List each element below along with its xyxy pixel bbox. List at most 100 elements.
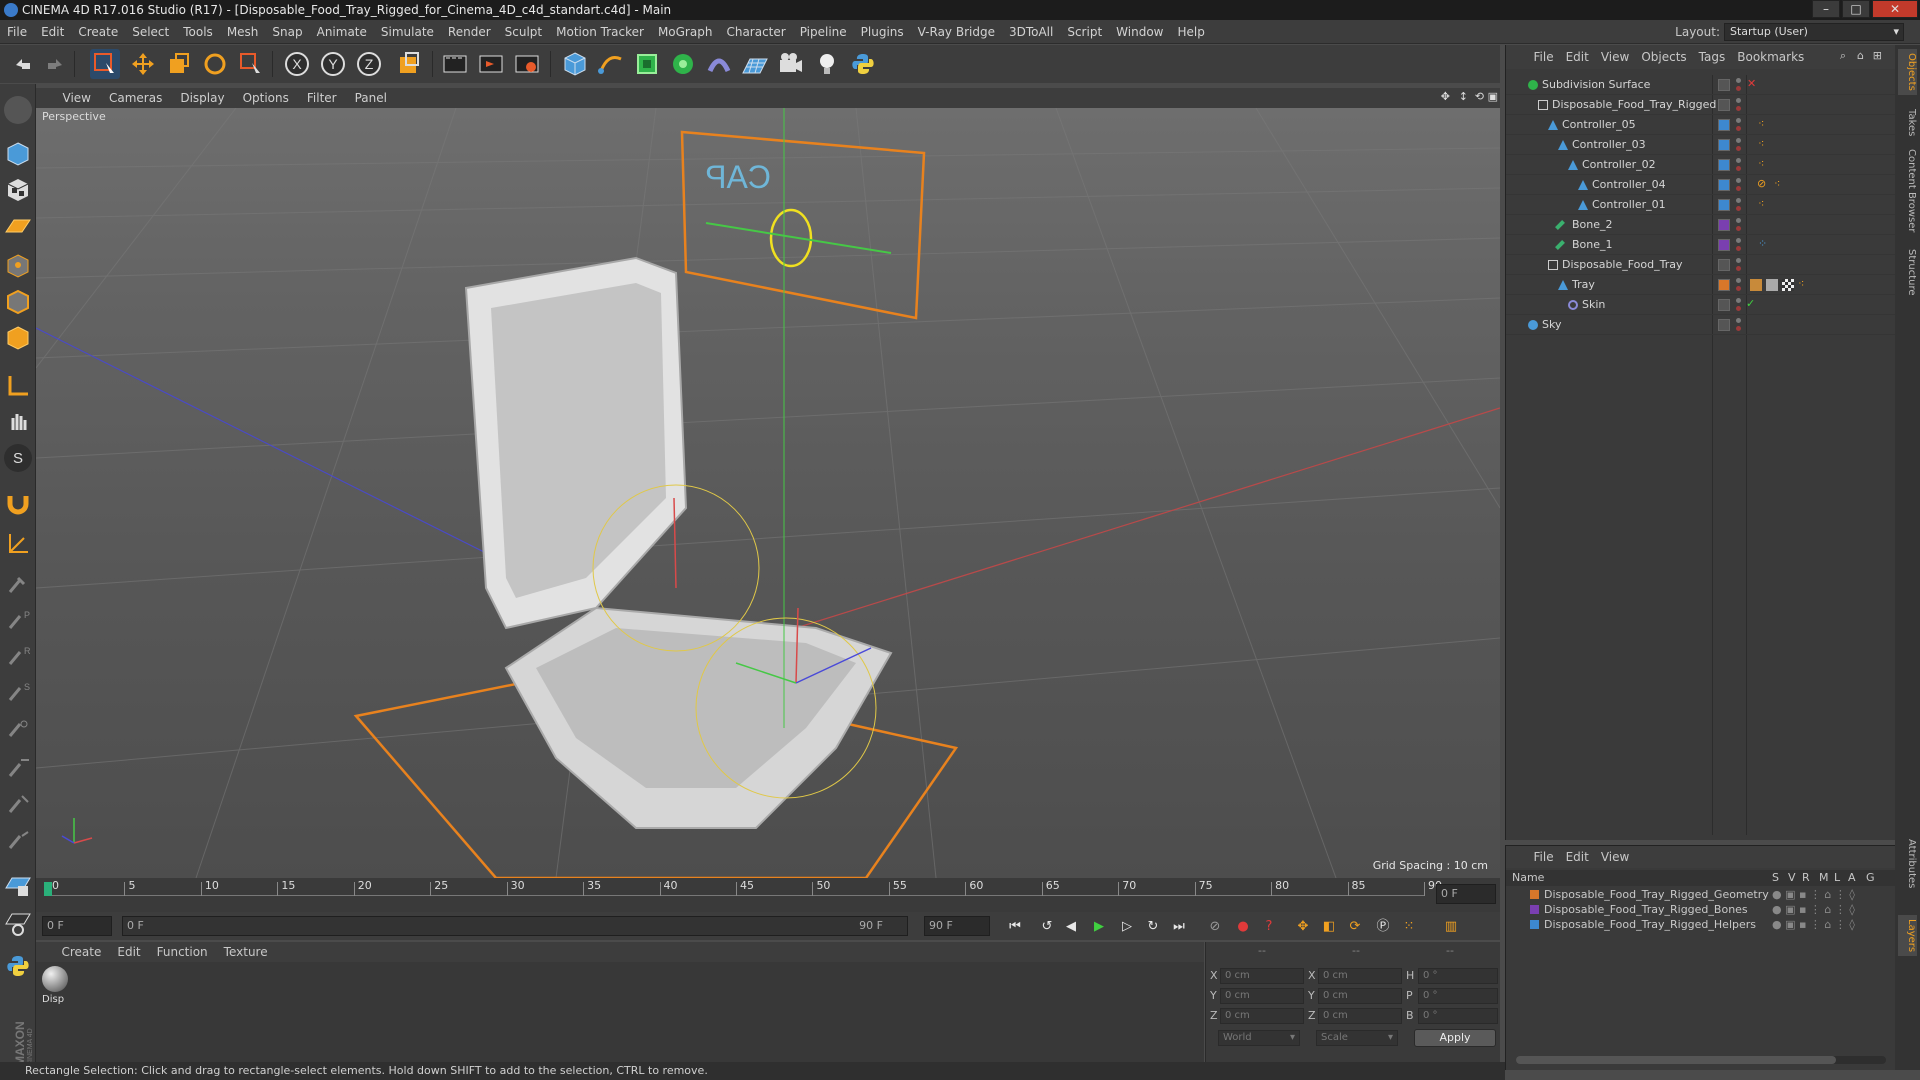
tree-item-sky[interactable]: Sky — [1506, 315, 1896, 335]
menu-window[interactable]: Window — [1109, 20, 1170, 44]
frame-range-slider[interactable]: 0 F 90 F — [122, 916, 908, 936]
sculpt-smooth-icon[interactable]: R — [4, 642, 32, 670]
tree-item-disposable-food-tray[interactable]: Disposable_Food_Tray — [1506, 255, 1896, 275]
rotation-b-field[interactable]: 0 ° — [1418, 1008, 1498, 1024]
constraint-tag-icon[interactable]: ⁖ — [1774, 177, 1780, 190]
viewport-menu-options[interactable]: Options — [234, 88, 298, 108]
tree-item-disposable-food-tray-rigged[interactable]: Disposable_Food_Tray_Rigged — [1506, 95, 1896, 115]
objects-menu-view[interactable]: View — [1595, 45, 1635, 69]
size-mode-select[interactable]: Scale ▾ — [1316, 1030, 1398, 1046]
sculpt-flatten-icon[interactable] — [4, 754, 32, 782]
lock-workplane-icon[interactable] — [4, 872, 32, 900]
objects-menu-objects[interactable]: Objects — [1635, 45, 1692, 69]
menu-animate[interactable]: Animate — [310, 20, 374, 44]
sculpt-wax-icon[interactable] — [4, 790, 32, 818]
redo-icon[interactable] — [40, 49, 70, 79]
constraint-tag-icon[interactable]: ⁖ — [1758, 157, 1764, 170]
search-icon[interactable]: ⌕ — [1840, 49, 1846, 63]
camera-icon[interactable] — [776, 49, 806, 79]
size-x-field[interactable]: 0 cm — [1318, 968, 1402, 984]
play-forward-icon[interactable]: ▶ — [1088, 916, 1110, 938]
x-axis-lock-icon[interactable]: X — [282, 49, 312, 79]
layer-flag-icon[interactable] — [1718, 279, 1730, 291]
menu-help[interactable]: Help — [1170, 20, 1211, 44]
coordinate-system-icon[interactable] — [394, 49, 424, 79]
tree-item-controller-05[interactable]: Controller_05 ⁖ — [1506, 115, 1896, 135]
key-position-icon[interactable]: ✥ — [1292, 916, 1314, 938]
grid-planar-icon[interactable] — [4, 910, 32, 938]
render-settings-icon[interactable] — [512, 49, 542, 79]
material-menu-function[interactable]: Function — [149, 942, 216, 962]
snap-icon[interactable]: S — [4, 444, 32, 472]
disabled-cross-icon[interactable]: ✕ — [1747, 77, 1756, 90]
magnet-icon[interactable] — [4, 488, 32, 516]
edit-flag-icon[interactable] — [1718, 299, 1730, 311]
tab-content-browser[interactable]: Content Browser — [1898, 145, 1917, 236]
constraint-tag-icon[interactable]: ⁖ — [1758, 197, 1764, 210]
render-view-icon[interactable] — [440, 49, 470, 79]
objects-menu-edit[interactable]: Edit — [1560, 45, 1595, 69]
position-x-field[interactable]: 0 cm — [1220, 968, 1304, 984]
tab-layers[interactable]: Layers — [1898, 915, 1917, 957]
record-keys-icon[interactable]: ⊘ — [1204, 916, 1226, 938]
material-menu-texture[interactable]: Texture — [216, 942, 276, 962]
viewport-menu-display[interactable]: Display — [171, 88, 233, 108]
menu-select[interactable]: Select — [125, 20, 176, 44]
enabled-check-icon[interactable]: ✓ — [1746, 297, 1755, 310]
layer-color-swatch[interactable] — [1530, 920, 1539, 929]
position-y-field[interactable]: 0 cm — [1220, 988, 1304, 1004]
menu-plugins[interactable]: Plugins — [854, 20, 911, 44]
objects-menu-bookmarks[interactable]: Bookmarks — [1731, 45, 1810, 69]
menu-pipeline[interactable]: Pipeline — [793, 20, 854, 44]
objects-menu-tags[interactable]: Tags — [1693, 45, 1732, 69]
layer-color-swatch[interactable] — [1530, 890, 1539, 899]
light-icon[interactable] — [812, 49, 842, 79]
viewport-pan-icon[interactable]: ✥ — [1441, 90, 1450, 103]
menu-simulate[interactable]: Simulate — [374, 20, 441, 44]
subdivision-surface-icon[interactable] — [632, 49, 662, 79]
layer-flag-icon[interactable] — [1718, 139, 1730, 151]
edit-flag-icon[interactable] — [1718, 259, 1730, 271]
menu-sculpt[interactable]: Sculpt — [498, 20, 549, 44]
layer-toggles[interactable]: ● ▣ ▪ ⋮ ⌂ ⋮ ◊ — [1772, 917, 1855, 932]
python-script-icon[interactable] — [848, 49, 878, 79]
ik-tag-icon[interactable]: ⁘ — [1758, 237, 1767, 250]
make-editable-icon[interactable] — [4, 96, 32, 124]
menu-file[interactable]: File — [0, 20, 34, 44]
layout-select[interactable]: Startup (User) ▾ — [1724, 23, 1904, 41]
layer-flag-icon[interactable] — [1718, 179, 1730, 191]
y-axis-lock-icon[interactable]: Y — [318, 49, 348, 79]
tab-attributes[interactable]: Attributes — [1898, 835, 1917, 892]
end-frame-field[interactable]: 90 F — [924, 916, 990, 936]
menu-character[interactable]: Character — [719, 20, 792, 44]
edit-flag-icon[interactable] — [1718, 319, 1730, 331]
deformer-icon[interactable] — [704, 49, 734, 79]
tree-item-tray[interactable]: Tray ⁖ — [1506, 275, 1896, 295]
axis-mode-icon[interactable] — [4, 372, 32, 400]
previous-frame-icon[interactable]: ◀ — [1060, 916, 1082, 938]
tab-takes[interactable]: Takes — [1898, 105, 1917, 140]
current-frame-field[interactable]: 0 F — [1436, 884, 1496, 904]
move-tool-icon[interactable] — [128, 49, 158, 79]
layer-toggles[interactable]: ● ▣ ▪ ⋮ ⌂ ⋮ ◊ — [1772, 902, 1855, 917]
material-preview-sphere[interactable] — [42, 966, 68, 992]
constraint-tag-icon[interactable]: ⁖ — [1758, 117, 1764, 130]
tree-item-bone-1[interactable]: Bone_1 ⁘ — [1506, 235, 1896, 255]
layer-flag-icon[interactable] — [1718, 219, 1730, 231]
rotation-p-field[interactable]: 0 ° — [1418, 988, 1498, 1004]
size-y-field[interactable]: 0 cm — [1318, 988, 1402, 1004]
menu-mesh[interactable]: Mesh — [220, 20, 266, 44]
home-icon[interactable]: ⌂ — [1857, 49, 1864, 62]
menu-mograph[interactable]: MoGraph — [651, 20, 720, 44]
layer-color-swatch[interactable] — [1530, 905, 1539, 914]
new-view-icon[interactable]: ⊞ — [1873, 49, 1882, 62]
sculpt-knife-icon[interactable] — [4, 826, 32, 854]
render-picture-viewer-icon[interactable] — [476, 49, 506, 79]
apply-button[interactable]: Apply — [1414, 1029, 1496, 1047]
layers-menu-view[interactable]: View — [1595, 846, 1635, 868]
objects-menu-file[interactable]: File — [1528, 45, 1560, 69]
edges-mode-icon[interactable] — [4, 288, 32, 316]
rectangle-selection-icon[interactable] — [90, 49, 120, 79]
sculpt-grab-icon[interactable] — [4, 714, 32, 742]
timeline-window-icon[interactable]: ▥ — [1440, 916, 1462, 938]
